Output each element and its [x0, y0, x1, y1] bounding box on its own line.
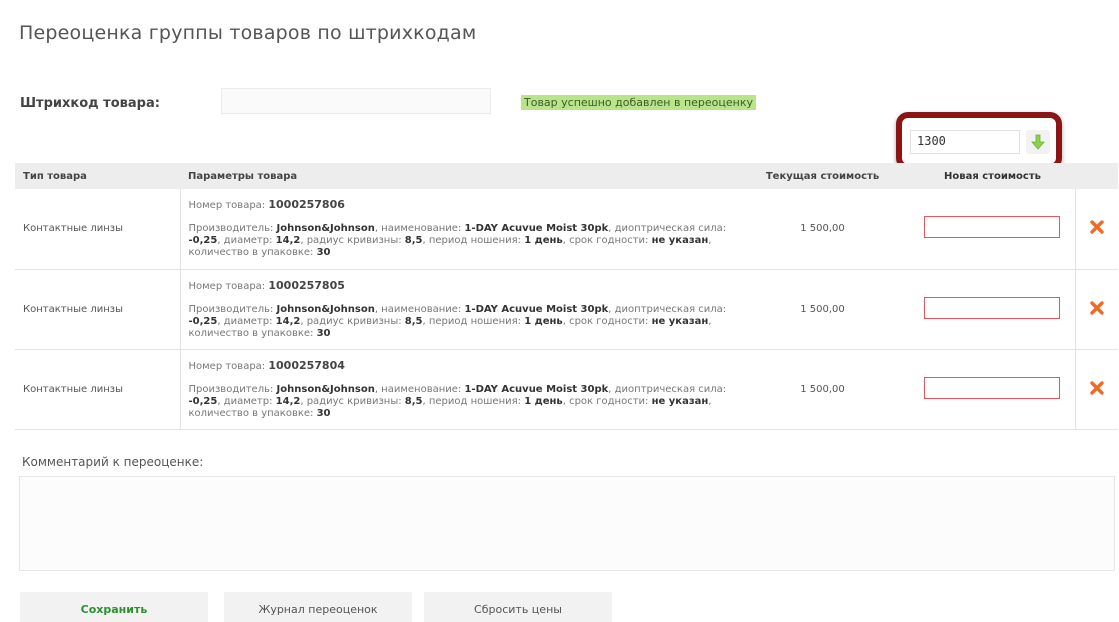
- apply-price-button[interactable]: [1026, 130, 1050, 154]
- item-number: Номер товара: 1000257805: [188, 278, 345, 292]
- new-price-input[interactable]: [924, 376, 1061, 399]
- success-message: Товар успешно добавлен в переоценку: [521, 95, 757, 110]
- item-type: Контактные линзы: [15, 349, 180, 430]
- bulk-price-input[interactable]: 1300: [910, 130, 1020, 154]
- comment-textarea[interactable]: [19, 476, 1115, 571]
- save-button[interactable]: Сохранить: [20, 592, 208, 622]
- close-x-icon[interactable]: [1090, 300, 1104, 318]
- items-table: Тип товара Параметры товара Текущая стои…: [15, 163, 1118, 430]
- item-number: Номер товара: 1000257804: [188, 358, 345, 372]
- item-current-cost: 1 500,00: [735, 189, 910, 270]
- item-current-cost: 1 500,00: [735, 349, 910, 430]
- close-x-icon[interactable]: [1090, 380, 1104, 398]
- item-params: Номер товара: 1000257804 Производитель: …: [179, 349, 735, 430]
- page-title: Переоценка группы товаров по штрихкодам: [19, 22, 477, 44]
- header-new-cost: Новая стоимость: [910, 163, 1075, 189]
- barcode-label: Штрихкод товара:: [20, 96, 160, 111]
- barcode-input[interactable]: [221, 88, 491, 114]
- reset-prices-button[interactable]: Сбросить цены: [424, 592, 612, 622]
- comment-label: Комментарий к переоценке:: [22, 455, 204, 469]
- arrow-down-icon: [1031, 134, 1045, 150]
- item-number: Номер товара: 1000257806: [188, 198, 345, 212]
- table-row: Контактные линзы Номер товара: 100025780…: [15, 269, 1118, 350]
- table-row: Контактные линзы Номер товара: 100025780…: [15, 349, 1118, 430]
- item-description: Производитель: Johnson&Johnson, наименов…: [188, 223, 727, 259]
- table-row: Контактные линзы Номер товара: 100025780…: [15, 189, 1118, 270]
- item-current-cost: 1 500,00: [735, 269, 910, 350]
- item-description: Производитель: Johnson&Johnson, наименов…: [188, 383, 727, 419]
- item-params: Номер товара: 1000257805 Производитель: …: [179, 269, 735, 350]
- close-x-icon[interactable]: [1090, 220, 1104, 237]
- header-type: Тип товара: [15, 163, 180, 189]
- header-delete: [1075, 163, 1118, 189]
- header-current-cost: Текущая стоимость: [735, 163, 910, 189]
- journal-button[interactable]: Журнал переоценок: [224, 592, 412, 622]
- new-price-input[interactable]: [924, 296, 1061, 319]
- item-description: Производитель: Johnson&Johnson, наименов…: [188, 303, 727, 339]
- item-type: Контактные линзы: [15, 269, 180, 350]
- header-params: Параметры товара: [180, 163, 735, 189]
- item-params: Номер товара: 1000257806 Производитель: …: [179, 189, 735, 270]
- table-header-row: Тип товара Параметры товара Текущая стои…: [15, 163, 1118, 189]
- item-type: Контактные линзы: [15, 189, 180, 270]
- new-price-input[interactable]: [924, 216, 1061, 239]
